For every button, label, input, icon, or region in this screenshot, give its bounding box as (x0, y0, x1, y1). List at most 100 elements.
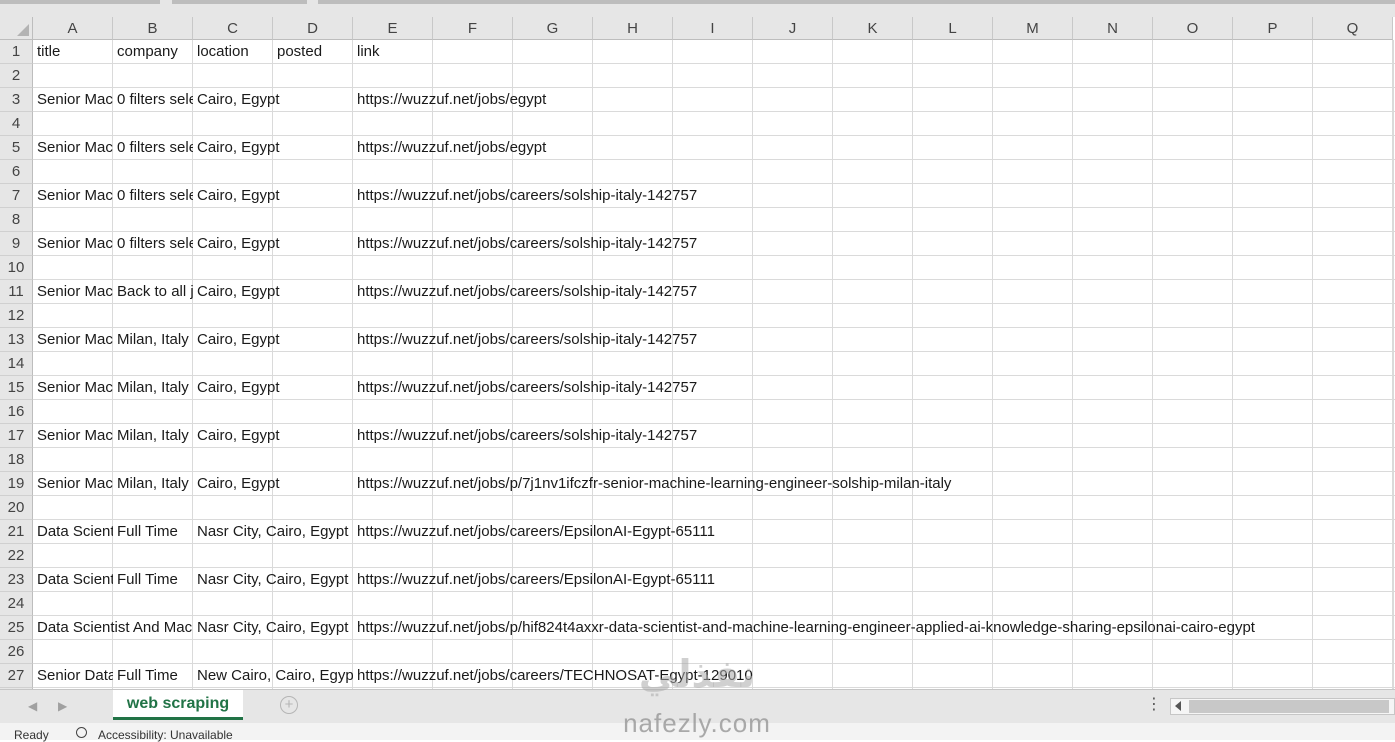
row-header[interactable]: 24 (0, 592, 33, 616)
cell-e[interactable]: https://wuzzuf.net/jobs/p/hif824t4axxr-d… (353, 616, 1393, 640)
column-header[interactable]: A (33, 17, 113, 40)
cell-a[interactable]: Senior Machine Learning Engineer (33, 232, 113, 256)
cell-a[interactable]: Senior Machine Learning Engineer (33, 328, 113, 352)
cell-e[interactable]: https://wuzzuf.net/jobs/careers/solship-… (353, 424, 1393, 448)
cell-e[interactable]: link (353, 40, 1393, 64)
row-header[interactable]: 15 (0, 376, 33, 400)
row-header[interactable]: 8 (0, 208, 33, 232)
scrollbar-thumb[interactable] (1189, 700, 1389, 713)
row-header[interactable]: 5 (0, 136, 33, 160)
row-header[interactable]: 3 (0, 88, 33, 112)
cell-c[interactable]: Cairo, Egypt (193, 184, 353, 208)
cell-b[interactable]: Full Time (113, 568, 193, 592)
accessibility-icon[interactable] (76, 727, 87, 738)
cell-c[interactable]: Cairo, Egypt (193, 376, 353, 400)
sheet-tab-web-scraping[interactable]: web scraping (113, 690, 243, 720)
cell-c[interactable]: Nasr City, Cairo, Egypt (193, 568, 353, 592)
cell-c[interactable]: Nasr City, Cairo, Egypt (193, 520, 353, 544)
row-header[interactable]: 23 (0, 568, 33, 592)
cell-e[interactable]: https://wuzzuf.net/jobs/careers/solship-… (353, 184, 1393, 208)
cell-a[interactable]: Senior Machine Learning Engineer (33, 472, 113, 496)
cell-b[interactable]: Milan, Italy (113, 376, 193, 400)
row-header[interactable]: 19 (0, 472, 33, 496)
column-header[interactable]: G (513, 17, 593, 40)
column-header[interactable]: J (753, 17, 833, 40)
cell-e[interactable]: https://wuzzuf.net/jobs/careers/solship-… (353, 280, 1393, 304)
row-header[interactable]: 9 (0, 232, 33, 256)
column-header[interactable]: B (113, 17, 193, 40)
row-header[interactable]: 18 (0, 448, 33, 472)
spreadsheet-grid[interactable]: A B C D E F G H I J K L M N O P Q 1 title company location po… (0, 17, 1395, 689)
cell-e[interactable]: https://wuzzuf.net/jobs/egypt (353, 88, 1393, 112)
row-header[interactable]: 21 (0, 520, 33, 544)
row-header[interactable]: 16 (0, 400, 33, 424)
row-header[interactable]: 10 (0, 256, 33, 280)
row-header[interactable]: 25 (0, 616, 33, 640)
cell-c[interactable]: Nasr City, Cairo, Egypt (193, 616, 353, 640)
cell-e[interactable]: https://wuzzuf.net/jobs/careers/TECHNOSA… (353, 664, 1393, 688)
cell-e[interactable]: https://wuzzuf.net/jobs/careers/EpsilonA… (353, 520, 1393, 544)
cell-b[interactable]: 0 filters selected (113, 232, 193, 256)
more-options-icon[interactable]: ⋮ (1146, 696, 1162, 714)
cell-a[interactable]: title (33, 40, 113, 64)
column-header[interactable]: Q (1313, 17, 1393, 40)
cell-b[interactable]: Back to all jobs (113, 280, 193, 304)
cell-e[interactable]: https://wuzzuf.net/jobs/careers/solship-… (353, 232, 1393, 256)
row-header[interactable]: 20 (0, 496, 33, 520)
cell-a[interactable]: Senior Machine Learning Engineer (33, 280, 113, 304)
row-header[interactable]: 6 (0, 160, 33, 184)
cell-b[interactable]: Full Time (113, 520, 193, 544)
column-header[interactable]: E (353, 17, 433, 40)
cell-c[interactable]: Cairo, Egypt (193, 424, 353, 448)
cell-b[interactable]: Full Time (113, 664, 193, 688)
column-header[interactable]: K (833, 17, 913, 40)
cell-c[interactable]: Cairo, Egypt (193, 328, 353, 352)
column-header[interactable]: M (993, 17, 1073, 40)
column-header[interactable]: O (1153, 17, 1233, 40)
cell-b[interactable]: Milan, Italy (113, 328, 193, 352)
cell-b[interactable]: 0 filters selected (113, 88, 193, 112)
cell-a[interactable]: Senior Machine Learning Engineer (33, 184, 113, 208)
cell-b[interactable]: Milan, Italy (113, 472, 193, 496)
row-header[interactable]: 13 (0, 328, 33, 352)
column-header[interactable]: H (593, 17, 673, 40)
horizontal-scrollbar[interactable] (1170, 698, 1395, 715)
row-header[interactable]: 11 (0, 280, 33, 304)
column-header[interactable]: C (193, 17, 273, 40)
row-header[interactable]: 17 (0, 424, 33, 448)
column-header[interactable]: D (273, 17, 353, 40)
row-header[interactable]: 1 (0, 40, 33, 64)
cell-e[interactable]: https://wuzzuf.net/jobs/egypt (353, 136, 1393, 160)
cell-e[interactable]: https://wuzzuf.net/jobs/careers/EpsilonA… (353, 568, 1393, 592)
cell-c[interactable]: Cairo, Egypt (193, 472, 353, 496)
column-header[interactable]: P (1233, 17, 1313, 40)
row-header[interactable]: 14 (0, 352, 33, 376)
cell-d[interactable]: posted (273, 40, 353, 64)
cell-c[interactable]: Cairo, Egypt (193, 136, 353, 160)
column-header[interactable]: N (1073, 17, 1153, 40)
cell-a[interactable]: Data Scientist (33, 568, 113, 592)
cell-a[interactable]: Senior Machine Learning Engineer (33, 136, 113, 160)
row-header[interactable]: 7 (0, 184, 33, 208)
cell-c[interactable]: Cairo, Egypt (193, 280, 353, 304)
add-sheet-button[interactable]: + (280, 696, 298, 714)
cell-a[interactable]: Senior Data Scientist (33, 664, 113, 688)
row-header[interactable]: 22 (0, 544, 33, 568)
row-header[interactable]: 27 (0, 664, 33, 688)
cell-a[interactable]: Senior Machine Learning Engineer (33, 424, 113, 448)
cell-c[interactable]: Cairo, Egypt (193, 88, 353, 112)
cell-e[interactable]: https://wuzzuf.net/jobs/p/7j1nv1ifczfr-s… (353, 472, 1393, 496)
cell-c[interactable]: Cairo, Egypt (193, 232, 353, 256)
scroll-left-icon[interactable] (1175, 701, 1181, 711)
cell-a[interactable]: Senior Machine Learning Engineer (33, 376, 113, 400)
row-header[interactable]: 12 (0, 304, 33, 328)
cell-b[interactable]: 0 filters selected (113, 184, 193, 208)
column-header[interactable]: F (433, 17, 513, 40)
row-header[interactable]: 26 (0, 640, 33, 664)
cell-b[interactable]: Milan, Italy (113, 424, 193, 448)
column-header[interactable]: I (673, 17, 753, 40)
prev-sheet-icon[interactable]: ◀ (28, 699, 37, 713)
cell-c[interactable]: location (193, 40, 273, 64)
select-all-button[interactable] (0, 17, 33, 40)
row-header[interactable]: 2 (0, 64, 33, 88)
